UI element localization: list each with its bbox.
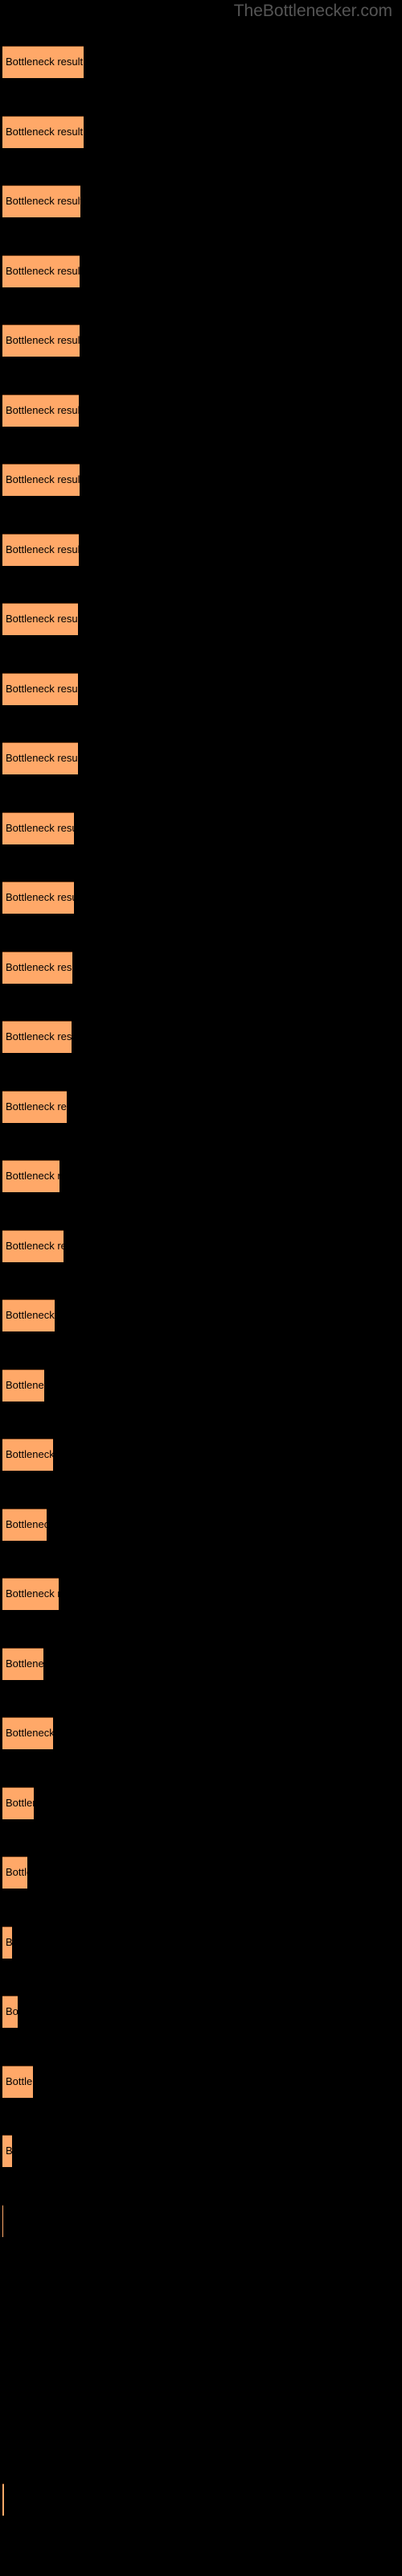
bar-label: Bottleneck result <box>6 473 80 485</box>
bar-label: Bottleneck result <box>6 56 84 68</box>
bar-label: Bottleneck result <box>6 543 79 555</box>
bar-label: Bottleneck result <box>6 334 80 346</box>
bar-label: Bottleneck result <box>6 682 78 695</box>
bar <box>2 2204 3 2237</box>
bar-label: Bottleneck result <box>6 1935 12 1948</box>
bar-label: Bottleneck result <box>6 264 80 277</box>
bar-label: Bottleneck result <box>6 613 78 625</box>
bar-label: Bottleneck result <box>6 1239 64 1252</box>
bar-label: Bottleneck result <box>6 960 72 973</box>
bar-label: Bottleneck result <box>6 1309 55 1321</box>
bar-label: Bottleneck result <box>6 1170 59 1182</box>
bar-label: Bottleneck result <box>6 1727 53 1739</box>
bar-label: Bottleneck result <box>6 1030 72 1042</box>
bar-label: Bottleneck result <box>6 752 78 764</box>
bar-label: Bottleneck result <box>6 1448 53 1460</box>
bottleneck-chart-page: TheBottlenecker.com Bottleneck result Bot… <box>0 0 402 2576</box>
bar-label: Bottleneck result <box>6 2005 18 2017</box>
bar-label: Bottleneck result <box>6 2145 12 2157</box>
bar-label: Bottleneck result <box>6 195 80 207</box>
bar-label: Bottleneck result <box>6 1796 34 1809</box>
bar-label: Bottleneck result <box>6 2074 33 2087</box>
bar-label: Bottleneck result <box>6 1866 27 1878</box>
bar-label: Bottleneck result <box>6 1657 43 1670</box>
bar-label: Bottleneck result <box>6 1517 47 1530</box>
bar-label: Bottleneck result <box>6 891 74 903</box>
bar-label: Bottleneck result <box>6 125 84 138</box>
bar-label: Bottleneck result <box>6 1100 67 1113</box>
bar-label: Bottleneck result <box>6 821 74 834</box>
bar <box>2 2483 4 2516</box>
bar-chart-plot-area: Bottleneck result Bottleneck result Bottle… <box>0 0 402 2576</box>
bar-label: Bottleneck result <box>6 1378 44 1391</box>
bar-label: Bottleneck result <box>6 403 79 416</box>
bar-label: Bottleneck result <box>6 1587 59 1600</box>
